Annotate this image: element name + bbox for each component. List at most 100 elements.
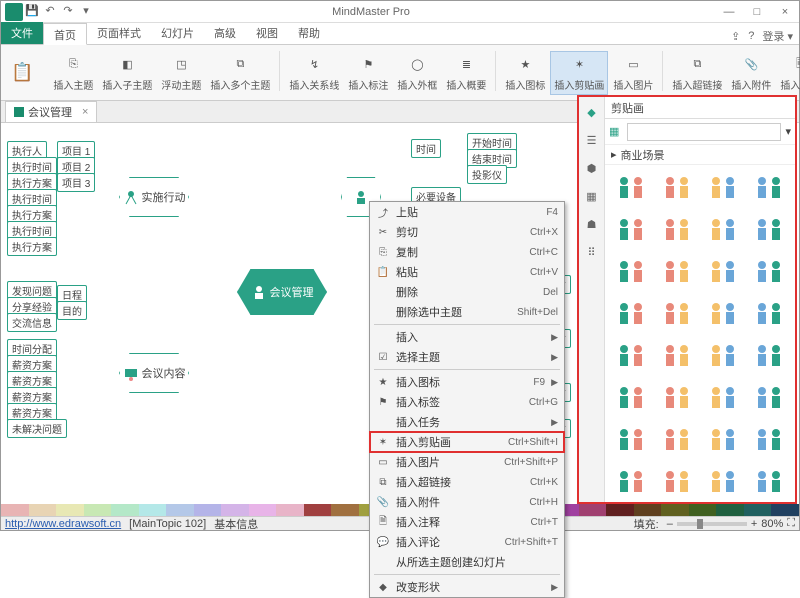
color-swatch[interactable] [606,504,634,516]
clipart-item[interactable] [749,171,789,207]
color-swatch[interactable] [304,504,332,516]
color-swatch[interactable] [166,504,194,516]
ribbon-插入标注[interactable]: ⚑插入标注 [344,51,392,95]
clipart-item[interactable] [703,423,743,459]
ribbon-插入剪贴画[interactable]: ✶插入剪贴画 [550,51,608,95]
help-icon[interactable]: ? [748,30,754,42]
ribbon-插入图片[interactable]: ▭插入图片 [609,51,657,95]
rail-style-icon[interactable]: ⬢ [583,159,601,177]
color-swatch[interactable] [29,504,57,516]
rail-outline-icon[interactable]: ☰ [583,131,601,149]
color-swatch[interactable] [579,504,607,516]
clipart-item[interactable] [657,339,697,375]
ribbon-插入附件[interactable]: 📎插入附件 [727,51,775,95]
topic-node[interactable]: 时间 [411,139,441,158]
clipart-item[interactable] [657,255,697,291]
color-swatch[interactable] [249,504,277,516]
clipart-item[interactable] [749,381,789,417]
zoom-slider[interactable] [677,522,747,526]
color-swatch[interactable] [331,504,359,516]
file-menu[interactable]: 文件 [1,22,43,44]
menu-插入标签[interactable]: ⚑插入标签Ctrl+G [370,392,564,412]
clipart-item[interactable] [749,339,789,375]
ribbon-插入主题[interactable]: ⎘插入主题 [49,51,97,95]
clipart-item[interactable] [611,381,651,417]
clipart-item[interactable] [657,423,697,459]
topic-node[interactable]: 目的 [57,301,87,320]
menu-插入附件[interactable]: 📎插入附件Ctrl+H [370,492,564,512]
clipart-item[interactable] [611,213,651,249]
clipart-item[interactable] [611,255,651,291]
menu-删除[interactable]: 删除Del [370,282,564,302]
topic-node[interactable]: 项目 3 [57,173,95,192]
topic-node[interactable]: 执行方案 [7,237,57,256]
hex-node-1[interactable]: 实施行动 [119,177,189,217]
color-swatch[interactable] [744,504,772,516]
ribbon-插入超链接[interactable]: ⧉插入超链接 [668,51,726,95]
color-swatch[interactable] [661,504,689,516]
menu-插入图片[interactable]: ▭插入图片Ctrl+Shift+P [370,452,564,472]
center-topic[interactable]: 会议管理 [237,269,327,315]
clipart-item[interactable] [749,255,789,291]
color-swatch[interactable] [111,504,139,516]
clipart-item[interactable] [749,297,789,333]
clipart-item[interactable] [703,255,743,291]
color-swatch[interactable] [1,504,29,516]
clipart-item[interactable] [703,297,743,333]
rail-clipart-icon[interactable]: ◆ [583,103,601,121]
zoom-fit-button[interactable]: ⛶ [787,517,795,530]
tab-help[interactable]: 帮助 [288,22,330,44]
clipart-item[interactable] [749,465,789,501]
zoom-out-button[interactable]: – [667,518,673,530]
ribbon-插入概要[interactable]: ≣插入概要 [442,51,490,95]
document-tab-close[interactable]: × [82,106,88,118]
clipart-item[interactable] [611,339,651,375]
tab-slideshow[interactable]: 幻灯片 [151,22,204,44]
document-tab[interactable]: 会议管理 × [5,101,97,122]
clipart-item[interactable] [703,213,743,249]
rail-more-icon[interactable]: ⠿ [583,243,601,261]
menu-剪切[interactable]: ✂剪切Ctrl+X [370,222,564,242]
ribbon-插入关系线[interactable]: ↯插入关系线 [285,51,343,95]
color-swatch[interactable] [139,504,167,516]
menu-插入评论[interactable]: 💬插入评论Ctrl+Shift+T [370,532,564,552]
qat-save-icon[interactable]: 💾 [25,3,39,17]
menu-上贴[interactable]: ⤴上贴F4 [370,202,564,222]
ribbon-浮动主题[interactable]: ◳浮动主题 [157,51,205,95]
color-swatch[interactable] [84,504,112,516]
hex-node-2[interactable]: 会议内容 [119,353,189,393]
menu-复制[interactable]: ⎘复制Ctrl+C [370,242,564,262]
clipart-item[interactable] [703,171,743,207]
menu-插入注释[interactable]: 🗎插入注释Ctrl+T [370,512,564,532]
rail-task-icon[interactable]: ▦ [583,187,601,205]
ribbon-插入子主题[interactable]: ◧插入子主题 [98,51,156,95]
color-swatch[interactable] [634,504,662,516]
clipart-item[interactable] [749,423,789,459]
menu-删除选中主题[interactable]: 删除选中主题Shift+Del [370,302,564,322]
topic-node[interactable]: 投影仪 [467,165,507,184]
clipart-item[interactable] [703,339,743,375]
menu-插入[interactable]: 插入▶ [370,327,564,347]
ribbon-插入注释[interactable]: 🗎插入注释 [776,51,800,95]
clipart-item[interactable] [657,465,697,501]
qat-undo-icon[interactable]: ↶ [43,3,57,17]
clipart-item[interactable] [657,381,697,417]
topic-node[interactable]: 未解决问题 [7,419,67,438]
tab-home[interactable]: 首页 [43,23,87,45]
qat-redo-icon[interactable]: ↷ [61,3,75,17]
color-swatch[interactable] [689,504,717,516]
tab-page-style[interactable]: 页面样式 [87,22,151,44]
clipart-item[interactable] [611,465,651,501]
ribbon-插入外框[interactable]: ◯插入外框 [393,51,441,95]
window-minimize-button[interactable]: — [715,1,743,23]
clipart-item[interactable] [611,171,651,207]
filter-icon[interactable]: ▦ [609,125,623,139]
menu-粘贴[interactable]: 📋粘贴Ctrl+V [370,262,564,282]
menu-插入图标[interactable]: ★插入图标F9▶ [370,372,564,392]
search-dropdown[interactable]: ▾ [785,125,791,138]
menu-选择主题[interactable]: ☑选择主题▶ [370,347,564,367]
menu-插入任务[interactable]: 插入任务▶ [370,412,564,432]
menu-插入剪贴画[interactable]: ✶插入剪贴画Ctrl+Shift+I [370,432,564,452]
clipart-item[interactable] [657,171,697,207]
tab-advanced[interactable]: 高级 [204,22,246,44]
